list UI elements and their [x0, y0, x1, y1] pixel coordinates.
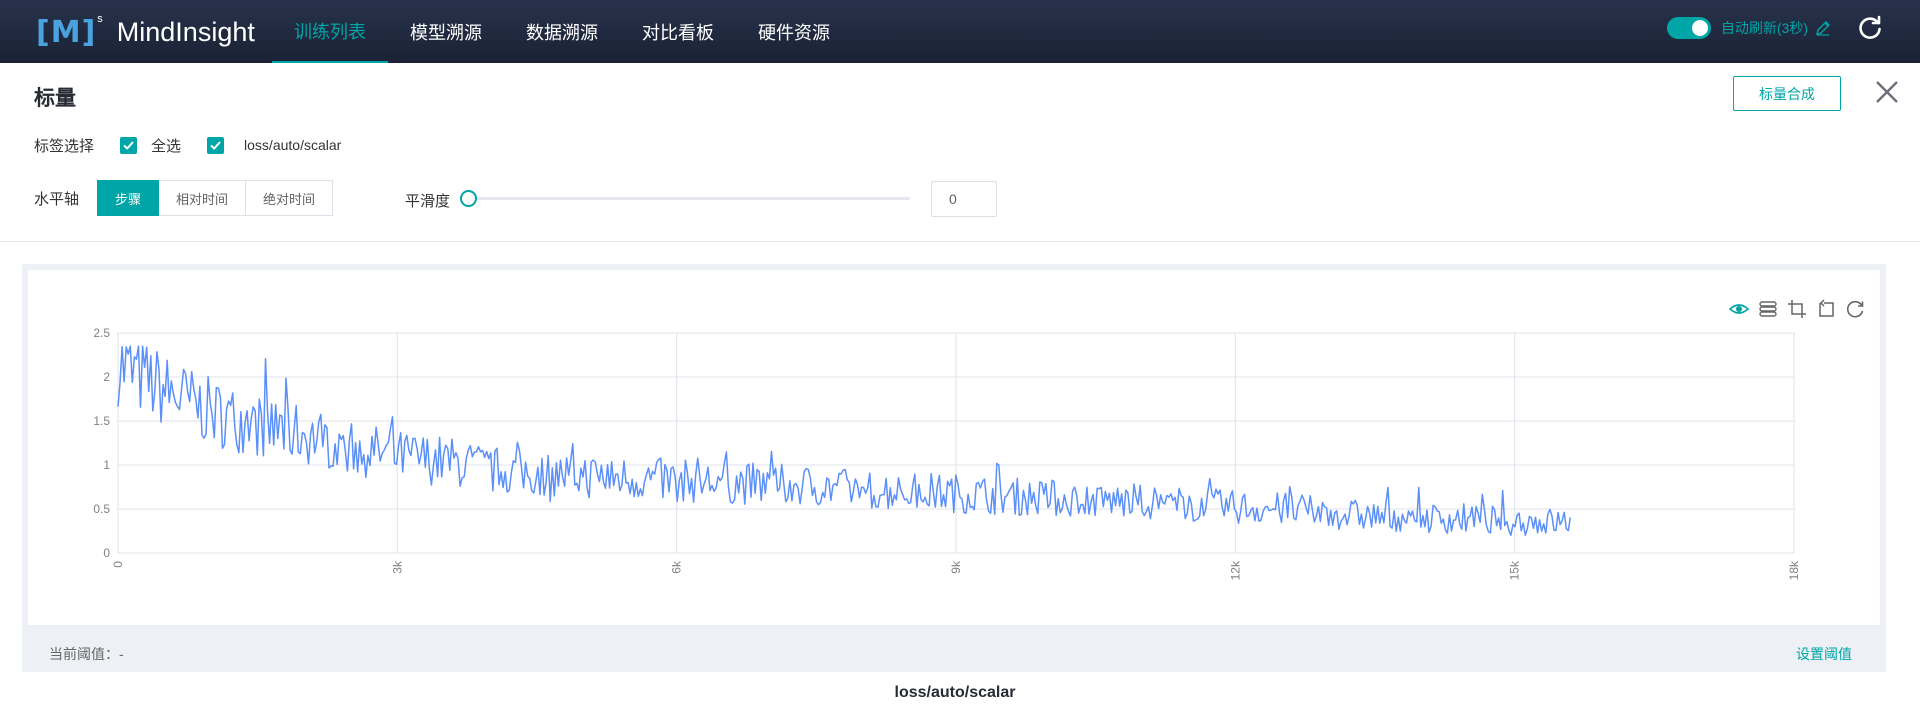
app-name: MindInsight — [116, 16, 255, 47]
tag-label: loss/auto/scalar — [244, 137, 342, 153]
logo-superscript: s — [97, 13, 103, 25]
current-threshold-label: 当前阈值：- — [49, 646, 124, 662]
crop-icon[interactable] — [1786, 298, 1808, 320]
x-tick-label: 6k — [670, 560, 684, 574]
check-icon — [210, 140, 221, 150]
x-tick-label: 12k — [1228, 560, 1242, 580]
smoothing-label: 平滑度 — [405, 193, 451, 210]
restore-icon[interactable] — [1815, 298, 1837, 320]
auto-refresh-toggle[interactable] — [1666, 17, 1711, 39]
check-icon — [123, 140, 134, 150]
reset-icon[interactable] — [1844, 298, 1866, 320]
logo-mark: [M] — [36, 14, 97, 50]
close-icon[interactable] — [1873, 78, 1901, 106]
x-tick-label: 15k — [1508, 560, 1522, 580]
x-axis-segmented-control: 步骤 相对时间 绝对时间 — [97, 180, 334, 216]
x-tick-label: 9k — [949, 560, 963, 574]
nav-train-list[interactable]: 训练列表 — [272, 0, 388, 63]
x-tick-label: 18k — [1787, 560, 1801, 580]
slider-track — [468, 197, 910, 200]
x-axis-step-button[interactable]: 步骤 — [97, 180, 160, 216]
x-axis-absolute-time-button[interactable]: 绝对时间 — [246, 180, 334, 216]
app-logo[interactable]: [M] s MindInsight — [36, 12, 255, 52]
loss-series-line — [117, 345, 1572, 536]
nav-model-lineage[interactable]: 模型溯源 — [388, 0, 504, 63]
x-tick-label: 0 — [111, 561, 125, 568]
edit-icon[interactable] — [1814, 19, 1832, 37]
x-tick-label: 3k — [390, 560, 404, 574]
x-axis-row: 水平轴 步骤 相对时间 绝对时间 — [34, 180, 334, 216]
slider-handle[interactable] — [460, 190, 477, 207]
top-nav-bar: [M] s MindInsight 训练列表 模型溯源 数据溯源 对比看板 硬件… — [0, 0, 1920, 63]
chart-title: loss/auto/scalar — [894, 684, 1016, 701]
y-tick-label: 1.5 — [93, 414, 110, 428]
scalar-compose-button[interactable]: 标量合成 — [1733, 76, 1841, 111]
select-all-label: 全选 — [151, 137, 182, 155]
page-title: 标量 — [34, 87, 76, 110]
top-right-controls: 自动刷新(3秒) — [1666, 14, 1884, 42]
divider — [0, 241, 1920, 242]
y-tick-label: 2.5 — [93, 326, 110, 340]
legend-icon[interactable] — [1757, 298, 1779, 320]
scalar-line-chart[interactable]: 0 0.5 1 1.5 2 2.5 0 3k 6k 9k 12k 15k 18k — [28, 270, 1880, 625]
x-axis-relative-time-button[interactable]: 相对时间 — [159, 180, 247, 216]
refresh-icon[interactable] — [1856, 14, 1884, 42]
nav-compare-board[interactable]: 对比看板 — [620, 0, 736, 63]
tag-select-row: 标签选择 全选 loss/auto/scalar — [34, 133, 341, 157]
y-tick-label: 2 — [103, 370, 110, 384]
y-tick-label: 1 — [103, 458, 110, 472]
chart-panel: 0 0.5 1 1.5 2 2.5 0 3k 6k 9k 12k 15k 18k — [28, 270, 1880, 625]
x-axis-label: 水平轴 — [34, 190, 80, 208]
chart-card: 0 0.5 1 1.5 2 2.5 0 3k 6k 9k 12k 15k 18k — [22, 264, 1886, 672]
select-all-checkbox[interactable] — [120, 136, 138, 154]
nav-hardware[interactable]: 硬件资源 — [736, 0, 852, 63]
y-tick-label: 0 — [103, 546, 110, 560]
smoothing-slider[interactable] — [460, 188, 910, 208]
smoothing-input[interactable]: 0 — [931, 181, 997, 217]
tag-select-label: 标签选择 — [34, 137, 95, 155]
chart-toolbox — [1728, 298, 1866, 320]
auto-refresh-label: 自动刷新(3秒) — [1720, 20, 1808, 36]
main-nav: 训练列表 模型溯源 数据溯源 对比看板 硬件资源 — [272, 0, 852, 63]
nav-data-lineage[interactable]: 数据溯源 — [504, 0, 620, 63]
eye-icon[interactable] — [1728, 298, 1750, 320]
tag-checkbox[interactable] — [207, 136, 225, 154]
y-tick-label: 0.5 — [93, 502, 110, 516]
set-threshold-link[interactable]: 设置阈值 — [1796, 644, 1852, 664]
